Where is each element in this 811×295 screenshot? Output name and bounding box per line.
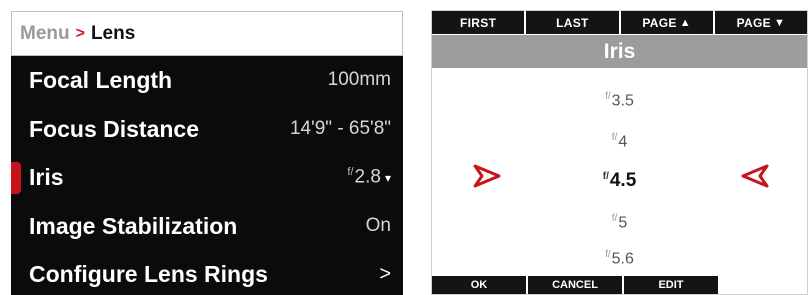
f-stop-prefix: f/ — [347, 165, 354, 178]
menu-item-image-stabilization[interactable]: Image Stabilization On — [11, 203, 403, 249]
menu-item-value: 14'9" - 65'8" — [289, 118, 391, 139]
ok-button[interactable]: OK — [432, 276, 526, 294]
menu-item-value-group: f/2.8 ▾ — [347, 166, 391, 188]
menu-item-label: Focal Length — [29, 66, 173, 93]
chevron-right-icon: > — [379, 262, 391, 285]
menu-item-iris[interactable]: Iris f/2.8 ▾ — [11, 154, 403, 200]
edit-button-label: EDIT — [658, 279, 684, 291]
iris-option-value: 4 — [618, 133, 628, 151]
f-stop-prefix: f/ — [611, 213, 618, 224]
iris-option-value: 5.6 — [611, 250, 634, 268]
breadcrumb: Menu > Lens — [11, 11, 403, 56]
menu-item-value: 100mm — [327, 69, 391, 90]
first-button[interactable]: FIRST — [432, 11, 525, 34]
page-up-label: PAGE — [642, 15, 677, 30]
lens-menu-panel: Menu > Lens Focal Length 100mm Focus Dis… — [11, 11, 403, 295]
breadcrumb-root[interactable]: Menu — [20, 23, 70, 45]
iris-option[interactable]: f/5 — [432, 213, 807, 232]
last-button-label: LAST — [556, 15, 589, 30]
last-button[interactable]: LAST — [526, 11, 619, 34]
menu-item-label: Iris — [29, 163, 64, 190]
iris-option[interactable]: f/5.6 — [432, 249, 807, 268]
f-stop-prefix: f/ — [602, 170, 609, 182]
selection-marker — [11, 162, 21, 194]
menu-item-configure-lens-rings[interactable]: Configure Lens Rings > — [11, 251, 403, 295]
menu-item-value: 2.8 — [354, 166, 381, 188]
iris-option-value: 5 — [618, 214, 628, 232]
iris-option[interactable]: f/3.5 — [432, 91, 807, 110]
iris-option[interactable]: f/4 — [432, 132, 807, 151]
dropdown-caret-icon: ▾ — [384, 171, 391, 186]
iris-option-value: 3.5 — [611, 92, 634, 110]
f-stop-prefix: f/ — [605, 91, 611, 102]
page-up-button[interactable]: PAGE ▲ — [620, 11, 713, 34]
page-down-button[interactable]: PAGE ▼ — [714, 11, 807, 34]
f-stop-prefix: f/ — [605, 249, 611, 260]
breadcrumb-current: Lens — [90, 22, 136, 44]
menu-item-label: Configure Lens Rings — [29, 260, 268, 287]
menu-item-focal-length[interactable]: Focal Length 100mm — [11, 57, 403, 103]
iris-option-value: 4.5 — [609, 170, 637, 191]
triangle-down-icon: ▼ — [773, 16, 786, 29]
first-button-label: FIRST — [460, 15, 497, 30]
picker-bottom-toolbar: OK CANCEL EDIT — [432, 276, 720, 294]
triangle-arrow-left-icon — [741, 164, 769, 188]
cancel-button-label: CANCEL — [552, 279, 598, 291]
picker-top-toolbar: FIRST LAST PAGE ▲ PAGE ▼ — [432, 11, 807, 34]
page-down-label: PAGE — [736, 15, 771, 30]
chevron-right-icon: > — [75, 24, 85, 42]
menu-item-focus-distance[interactable]: Focus Distance 14'9" - 65'8" — [11, 106, 403, 152]
ok-button-label: OK — [470, 279, 488, 291]
iris-picker-panel: FIRST LAST PAGE ▲ PAGE ▼ Iris f/3.5 f/4 f/… — [431, 10, 808, 295]
menu-item-value: On — [365, 215, 391, 236]
picker-title: Iris — [432, 35, 807, 68]
menu-item-label: Image Stabilization — [29, 212, 238, 239]
f-stop-prefix: f/ — [611, 132, 618, 143]
menu-item-label: Focus Distance — [29, 115, 199, 142]
edit-button[interactable]: EDIT — [624, 276, 718, 294]
triangle-up-icon: ▲ — [679, 16, 691, 29]
cancel-button[interactable]: CANCEL — [528, 276, 622, 294]
triangle-arrow-right-icon — [473, 164, 501, 188]
